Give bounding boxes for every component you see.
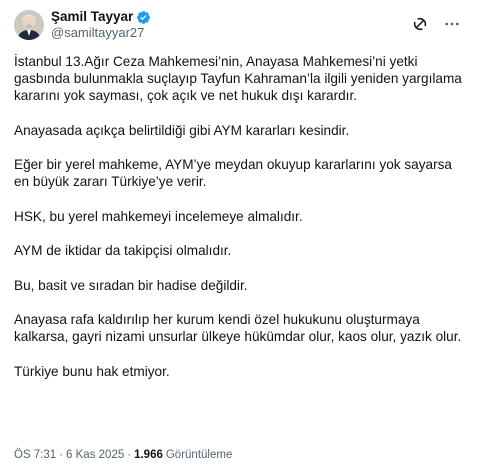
name-row: Şamil Tayyar — [51, 9, 151, 25]
tweet-paragraph: Eğer bir yerel mahkeme, AYM’ye meydan ok… — [14, 157, 452, 189]
header-actions — [411, 15, 461, 33]
tweet-paragraph: Türkiye bunu hak etmiyor. — [14, 363, 170, 379]
handle[interactable]: @samiltayyar27 — [51, 25, 151, 41]
tweet-text: İstanbul 13.Ağır Ceza Mahkemesi’nin, Ana… — [14, 53, 463, 380]
tweet-paragraph: HSK, bu yerel mahkemeyi incelemeye almal… — [14, 208, 303, 224]
meta-separator: · — [127, 449, 132, 461]
tweet-paragraph: Anayasa rafa kaldırılıp her kurum kendi … — [14, 312, 462, 344]
avatar[interactable] — [14, 10, 44, 40]
views-label: Görüntüleme — [165, 449, 233, 461]
grok-icon[interactable] — [411, 15, 429, 33]
tweet-header: Şamil Tayyar @samiltayyar27 — [14, 9, 463, 41]
tweet-paragraph: AYM de iktidar da takipçisi olmalıdır. — [14, 243, 232, 258]
more-icon[interactable] — [443, 15, 461, 33]
display-name[interactable]: Şamil Tayyar — [51, 9, 133, 25]
tweet-paragraph: Anayasada açıkça belirtildiği gibi AYM k… — [14, 122, 350, 138]
tweet-paragraph: İstanbul 13.Ağır Ceza Mahkemesi’nin, Ana… — [14, 54, 462, 103]
tweet-date[interactable]: 6 Kas 2025 — [66, 449, 124, 461]
author-names: Şamil Tayyar @samiltayyar27 — [51, 9, 151, 41]
verified-badge-icon[interactable] — [136, 10, 151, 25]
views-count: 1.966 — [134, 449, 163, 461]
meta-separator: · — [59, 449, 64, 461]
tweet-card: Şamil Tayyar @samiltayyar27 İstanbul 13.… — [0, 0, 477, 475]
tweet-time[interactable]: ÖS 7:31 — [14, 449, 56, 461]
tweet-paragraph: Bu, basit ve sıradan bir hadise değildir… — [14, 277, 248, 293]
avatar-image — [14, 10, 44, 40]
tweet-meta: ÖS 7:31 · 6 Kas 2025 · 1.966 Görüntüleme — [14, 449, 232, 461]
